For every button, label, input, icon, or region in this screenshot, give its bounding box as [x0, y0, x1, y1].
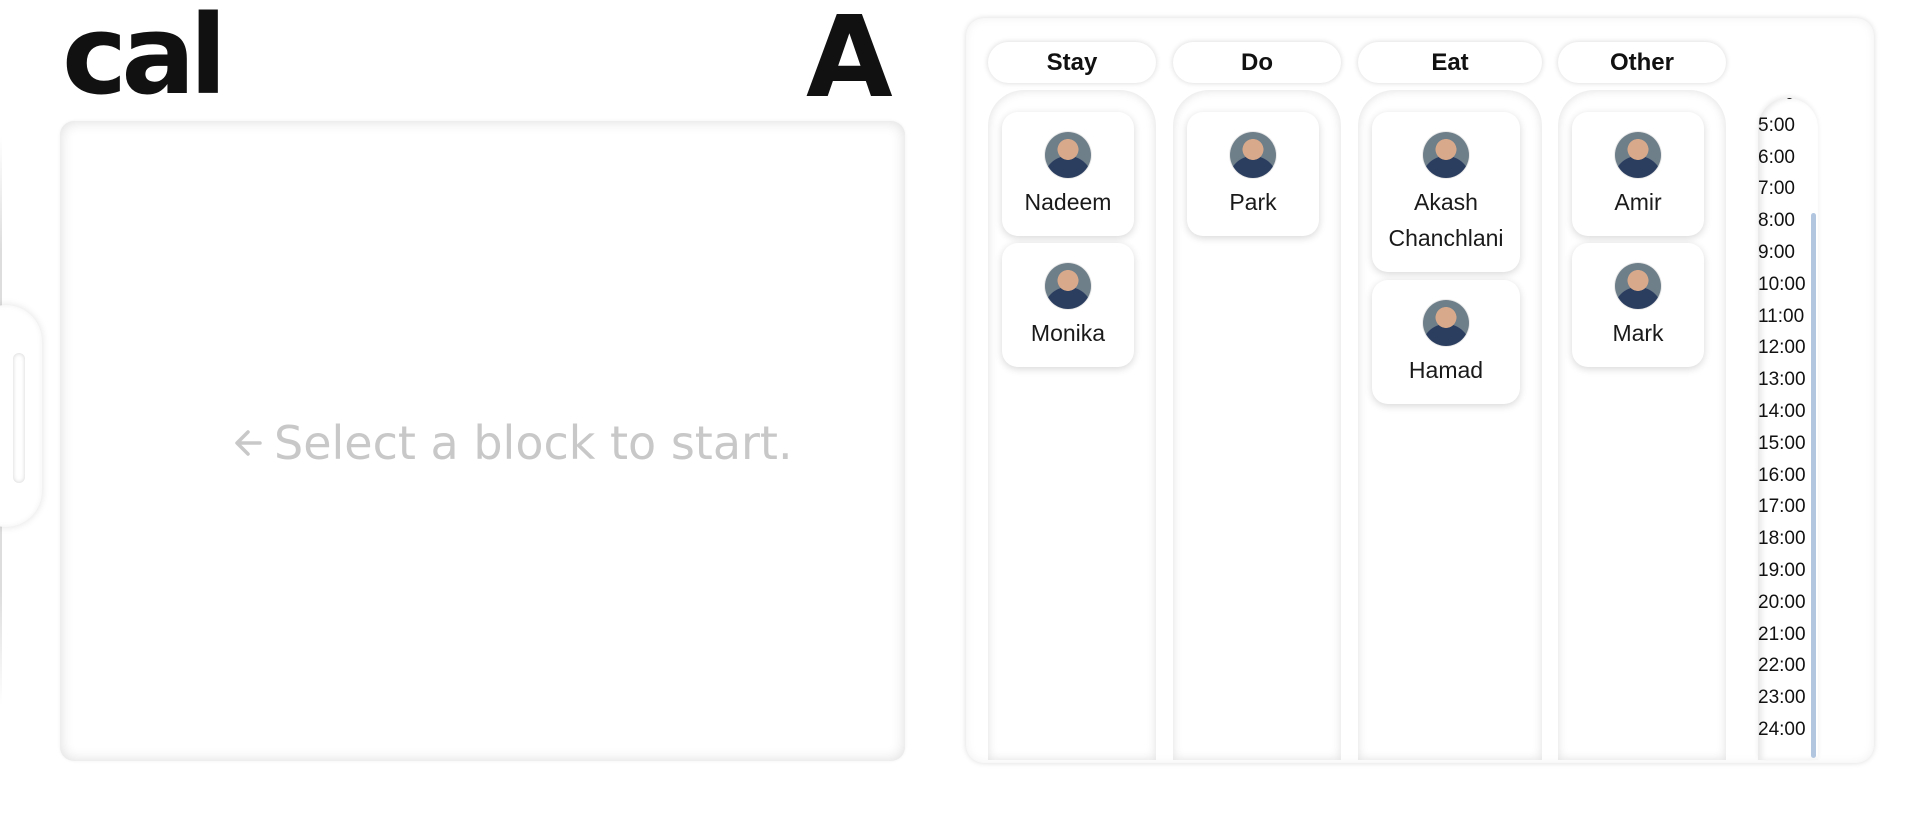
hour-timeline[interactable]: 4:00 5:00 6:00 7:00 8:00 9:00 10:00 11:0… — [1758, 98, 1818, 760]
column-header-eat[interactable]: Eat — [1358, 42, 1542, 83]
avatar — [1423, 300, 1469, 346]
arrow-left-icon — [235, 430, 262, 456]
person-card[interactable]: Amir — [1572, 112, 1704, 236]
column-do: Park — [1173, 90, 1341, 760]
avatar — [1230, 132, 1276, 178]
column-other: Amir Mark — [1558, 90, 1726, 760]
avatar — [1615, 132, 1661, 178]
hour-label: 20:00 — [1758, 591, 1806, 613]
hour-label: 14:00 — [1758, 400, 1806, 422]
hour-label: 23:00 — [1758, 687, 1806, 709]
person-card[interactable]: Park — [1187, 112, 1319, 236]
app-logo-a: A — [806, 0, 893, 123]
avatar — [1423, 132, 1469, 178]
drawer-grip[interactable] — [13, 353, 25, 483]
hour-label: 6:00 — [1758, 146, 1795, 168]
person-name: Nadeem — [1024, 189, 1112, 215]
hour-label: 17:00 — [1758, 496, 1806, 518]
timeline-scrollbar[interactable] — [1811, 213, 1816, 758]
hour-label: 21:00 — [1758, 623, 1806, 645]
person-card[interactable]: Mark — [1572, 243, 1704, 367]
person-name: Mark — [1612, 320, 1664, 346]
person-card[interactable]: Akash Chanchlani — [1372, 112, 1520, 272]
person-name: Amir — [1614, 189, 1662, 215]
empty-state-hint: Select a block to start. — [230, 416, 793, 470]
hour-label: 7:00 — [1758, 178, 1795, 200]
person-name: Monika — [1030, 320, 1106, 346]
hour-label: 15:00 — [1758, 432, 1806, 454]
person-name: Park — [1229, 189, 1277, 215]
person-card[interactable]: Hamad — [1372, 280, 1520, 404]
hour-label: 24:00 — [1758, 718, 1806, 740]
hour-label: 9:00 — [1758, 241, 1795, 263]
person-card[interactable]: Nadeem — [1002, 112, 1134, 236]
hour-label: 8:00 — [1758, 210, 1795, 232]
column-eat: Akash Chanchlani Hamad — [1358, 90, 1542, 760]
hour-label: 5:00 — [1758, 114, 1795, 136]
hour-list: 4:00 5:00 6:00 7:00 8:00 9:00 10:00 11:0… — [1758, 98, 1818, 746]
hour-label: 10:00 — [1758, 273, 1806, 295]
hour-label: 16:00 — [1758, 464, 1806, 486]
hour-label: 19:00 — [1758, 559, 1806, 581]
column-header-other[interactable]: Other — [1558, 42, 1726, 83]
avatar — [1045, 132, 1091, 178]
hour-label: 22:00 — [1758, 655, 1806, 677]
hour-label: 11:00 — [1758, 305, 1805, 327]
hour-label: 12:00 — [1758, 337, 1806, 359]
side-drawer-handle[interactable] — [0, 305, 42, 527]
person-name: Hamad — [1408, 357, 1484, 383]
hour-label: 13:00 — [1758, 369, 1806, 391]
column-header-stay[interactable]: Stay — [988, 42, 1156, 83]
empty-state-text: Select a block to start. — [274, 416, 793, 470]
hour-label: 18:00 — [1758, 528, 1806, 550]
hour-label: 4:00 — [1758, 98, 1818, 110]
person-card[interactable]: Monika — [1002, 243, 1134, 367]
avatar — [1045, 263, 1091, 309]
block-editor-panel: Select a block to start. — [60, 121, 905, 761]
app-logo-cal: cal — [62, 0, 227, 119]
schedule-board: Stay Nadeem Monika Do Park Eat Akash Cha… — [966, 18, 1874, 763]
column-header-do[interactable]: Do — [1173, 42, 1341, 83]
person-name: Akash Chanchlani — [1388, 189, 1504, 251]
column-stay: Nadeem Monika — [988, 90, 1156, 760]
avatar — [1615, 263, 1661, 309]
